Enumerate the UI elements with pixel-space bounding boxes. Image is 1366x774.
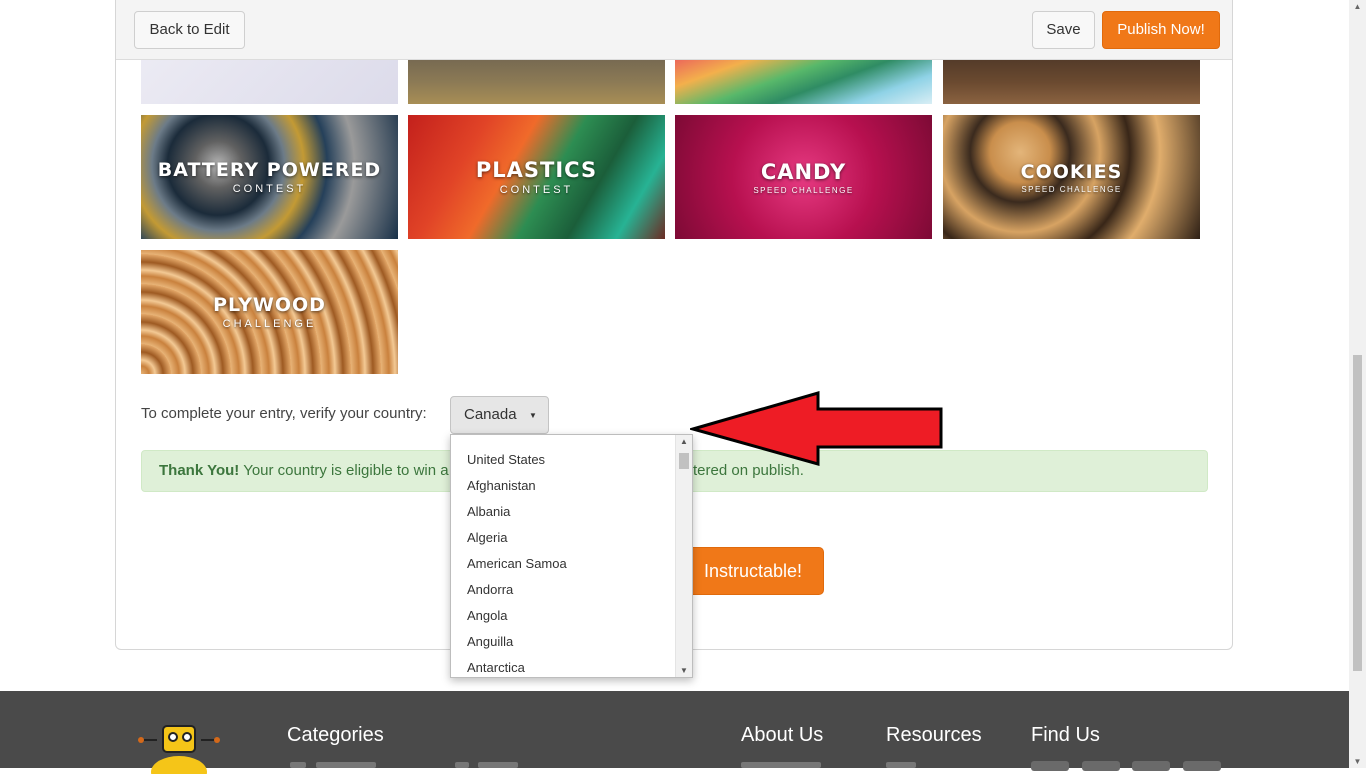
country-option[interactable]: United States	[451, 447, 692, 473]
country-option[interactable]: American Samoa	[451, 551, 692, 577]
page-scrollbar[interactable]: ▲ ▼	[1349, 0, 1366, 768]
social-icon[interactable]	[1132, 761, 1170, 771]
tile-subtitle: CONTEST	[232, 183, 307, 195]
scroll-up-icon[interactable]: ▲	[1349, 2, 1366, 11]
country-option[interactable]: Angola	[451, 603, 692, 629]
contest-tile-cookies[interactable]: COOKIES SPEED CHALLENGE	[943, 115, 1200, 239]
footer-link[interactable]	[886, 762, 916, 768]
country-option[interactable]: Antarctica	[451, 655, 692, 677]
footer-link[interactable]	[741, 762, 821, 768]
tile-title: BATTERY POWERED	[157, 159, 382, 181]
social-icon[interactable]	[1183, 761, 1221, 771]
red-arrow-annotation	[690, 391, 943, 466]
contest-tile-battery-powered[interactable]: BATTERY POWERED CONTEST	[141, 115, 398, 239]
country-option[interactable]: Andorra	[451, 577, 692, 603]
contest-tile-plywood[interactable]: PLYWOOD CHALLENGE	[141, 250, 398, 374]
tile-subtitle: CONTEST	[499, 184, 574, 196]
footer-link[interactable]	[478, 762, 518, 768]
country-option[interactable]: Anguilla	[451, 629, 692, 655]
footer-heading-about: About Us	[741, 724, 824, 746]
footer-heading-find-us: Find Us	[1031, 724, 1100, 746]
scroll-down-icon[interactable]: ▼	[676, 666, 692, 675]
country-option[interactable]: Algeria	[451, 525, 692, 551]
country-option[interactable]: Albania	[451, 499, 692, 525]
back-to-edit-button[interactable]: Back to Edit	[134, 11, 245, 49]
social-icon[interactable]	[1031, 761, 1069, 771]
category-icon[interactable]	[290, 762, 306, 768]
footer-heading-resources: Resources	[886, 724, 982, 746]
page-scroll-thumb[interactable]	[1353, 355, 1362, 671]
tile-subtitle: SPEED CHALLENGE	[753, 185, 854, 195]
alert-text: Your country is eligible to win a	[243, 462, 449, 479]
site-footer: Categories About Us Resources Find Us	[0, 691, 1349, 774]
contest-tile-plastics[interactable]: PLASTICS CONTEST	[408, 115, 665, 239]
alert-strong: Thank You!	[159, 462, 240, 479]
country-select[interactable]: Canada ▼	[450, 396, 549, 434]
contest-tile-candy[interactable]: CANDY SPEED CHALLENGE	[675, 115, 932, 239]
save-button[interactable]: Save	[1032, 11, 1095, 49]
tile-title: PLYWOOD	[213, 294, 326, 316]
category-icon[interactable]	[455, 762, 469, 768]
footer-heading-categories: Categories	[287, 724, 384, 746]
instructables-robot-logo	[138, 725, 220, 774]
tile-title: COOKIES	[1020, 160, 1123, 183]
social-icon[interactable]	[1082, 761, 1120, 771]
tile-title: PLASTICS	[475, 158, 598, 182]
country-select-value: Canada	[464, 406, 517, 423]
country-verify-label: To complete your entry, verify your coun…	[141, 405, 427, 422]
scroll-down-icon[interactable]: ▼	[1349, 757, 1366, 766]
tile-subtitle: SPEED CHALLENGE	[1021, 184, 1122, 194]
country-dropdown-list[interactable]: United States Afghanistan Albania Algeri…	[450, 434, 693, 678]
caret-down-icon: ▼	[529, 411, 537, 420]
dropdown-scrollbar[interactable]: ▲ ▼	[675, 435, 692, 677]
footer-link[interactable]	[316, 762, 376, 768]
dropdown-scroll-thumb[interactable]	[679, 453, 689, 469]
tile-subtitle: CHALLENGE	[222, 318, 317, 330]
publish-now-button[interactable]: Publish Now!	[1102, 11, 1220, 49]
country-option[interactable]: Afghanistan	[451, 473, 692, 499]
tile-title: CANDY	[760, 159, 847, 184]
